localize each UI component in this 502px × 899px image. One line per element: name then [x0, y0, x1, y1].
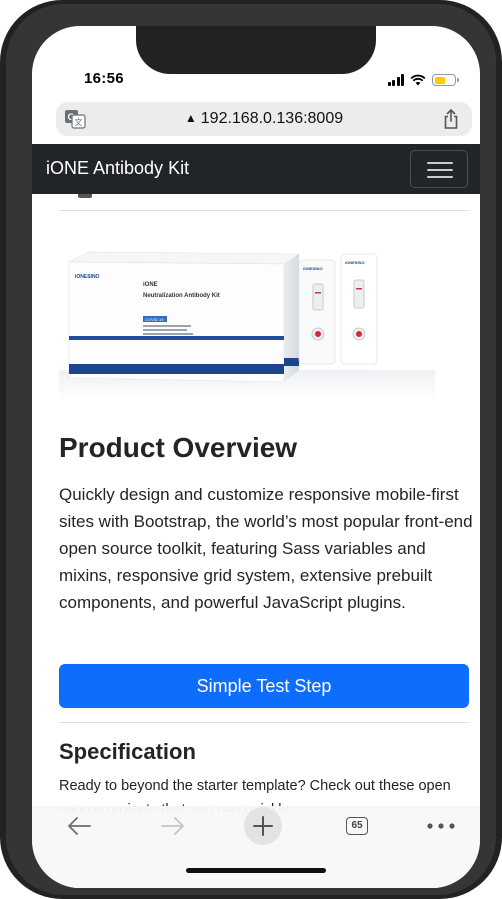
url-display[interactable]: ▲ 192.168.0.136:8009: [56, 110, 472, 128]
status-time: 16:56: [84, 70, 124, 87]
battery-icon: [432, 74, 459, 86]
home-indicator[interactable]: [186, 868, 326, 873]
simple-test-step-button[interactable]: Simple Test Step: [59, 664, 469, 708]
page-content: iONESINO iONE Neutralization Antibody Ki…: [32, 194, 480, 812]
site-navbar: iONE Antibody Kit: [32, 144, 480, 194]
more-button[interactable]: [424, 812, 458, 840]
overview-heading: Product Overview: [59, 432, 298, 463]
box-tag-text: COVID-19: [145, 317, 164, 322]
hamburger-icon: [427, 176, 453, 178]
status-icons: [387, 72, 459, 86]
browser-toolbar: 65: [32, 806, 480, 888]
device-screen: 16:56 G 文 ▲ 192.168.0.136:8009 iONE Anti…: [32, 26, 480, 888]
cassette-brand-left: iONESINO: [303, 266, 323, 271]
back-arrow-icon: [68, 817, 91, 835]
cassette-brand-right: iONESINO: [345, 260, 365, 265]
url-text: 192.168.0.136:8009: [200, 110, 344, 127]
phone-frame: 16:56 G 文 ▲ 192.168.0.136:8009 iONE Anti…: [0, 0, 502, 899]
plus-icon: [253, 816, 273, 836]
forward-button[interactable]: [158, 812, 188, 840]
back-button[interactable]: [64, 812, 94, 840]
lock-icon: ▲: [184, 111, 197, 125]
navbar-toggler-button[interactable]: [410, 150, 468, 188]
specification-heading: Specification: [59, 739, 196, 764]
product-image: iONESINO iONE Neutralization Antibody Ki…: [59, 251, 435, 400]
navbar-brand[interactable]: iONE Antibody Kit: [46, 158, 189, 179]
overview-paragraph: Quickly design and customize responsive …: [59, 485, 473, 612]
scrolled-element-edge: [78, 194, 92, 198]
hamburger-icon: [427, 169, 453, 171]
address-bar[interactable]: G 文 ▲ 192.168.0.136:8009: [56, 102, 472, 136]
box-brand-text: iONESINO: [75, 274, 100, 280]
forward-arrow-icon: [161, 817, 184, 835]
cellular-signal-icon: [387, 74, 404, 86]
camera-notch: [136, 26, 376, 74]
tabs-button[interactable]: 65: [344, 812, 370, 840]
phone-bezel: 16:56 G 文 ▲ 192.168.0.136:8009 iONE Anti…: [6, 4, 496, 895]
new-tab-button[interactable]: [244, 807, 282, 845]
tab-count: 65: [351, 820, 363, 831]
box-title-line1: iONE: [143, 282, 158, 288]
status-bar: 16:56: [32, 68, 480, 92]
battery-level-fill: [434, 76, 445, 84]
hamburger-icon: [427, 162, 453, 164]
section-divider: [59, 722, 470, 723]
wifi-icon: [410, 74, 426, 86]
more-icon: [427, 823, 455, 829]
share-icon[interactable]: [442, 108, 460, 130]
box-title-line2: Neutralization Antibody Kit: [143, 293, 220, 299]
tabs-icon: 65: [346, 817, 368, 835]
section-divider: [59, 210, 470, 211]
